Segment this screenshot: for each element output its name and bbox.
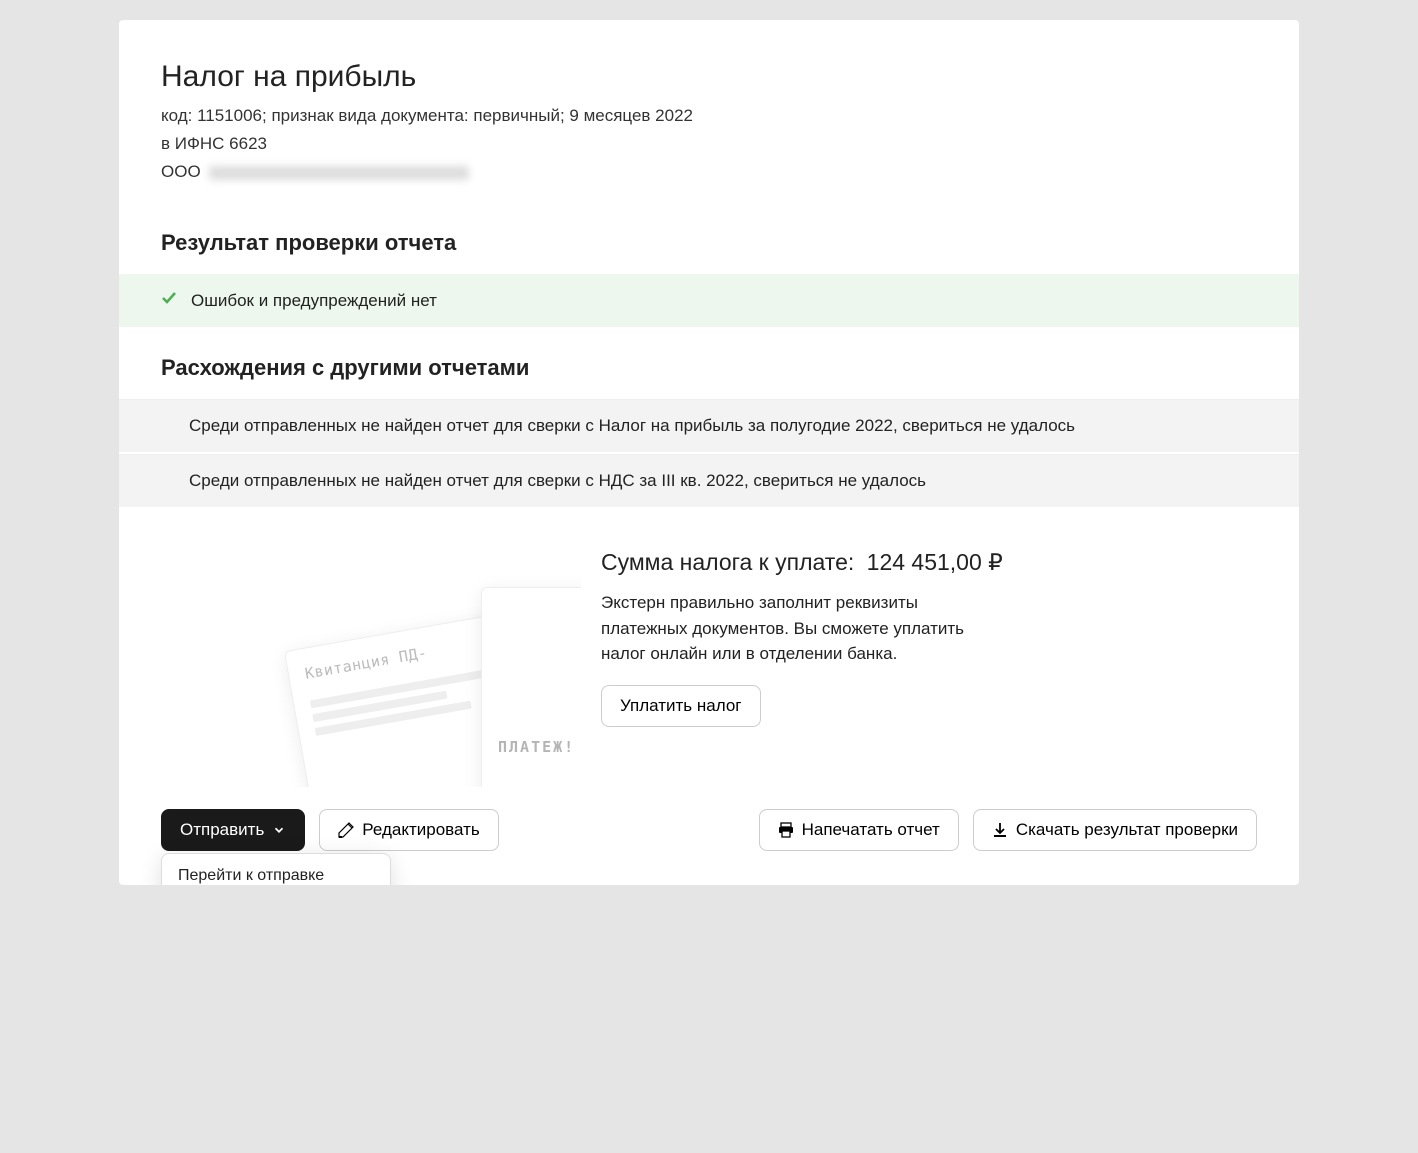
dropdown-item-go-to-send[interactable]: Перейти к отправке bbox=[162, 858, 390, 885]
payment-doc-title: ПЛАТЕЖ! bbox=[498, 738, 575, 756]
download-button-label: Скачать результат проверки bbox=[1016, 820, 1238, 840]
edit-button-label: Редактировать bbox=[362, 820, 479, 840]
print-button-label: Напечатать отчет bbox=[802, 820, 940, 840]
edit-button[interactable]: Редактировать bbox=[319, 809, 498, 851]
report-header: Налог на прибыль код: 1151006; признак в… bbox=[119, 20, 1299, 202]
payment-doc: ПЛАТЕЖ! bbox=[481, 587, 581, 787]
report-card: Налог на прибыль код: 1151006; признак в… bbox=[119, 20, 1299, 885]
chevron-down-icon bbox=[272, 823, 286, 837]
meta-ifns-line: в ИФНС 6623 bbox=[161, 134, 1257, 154]
diff-text-2: Среди отправленных не найден отчет для с… bbox=[189, 471, 926, 491]
payment-content: Сумма налога к уплате: 124 451,00 ₽ Экст… bbox=[601, 547, 1257, 727]
check-ok-text: Ошибок и предупреждений нет bbox=[191, 291, 437, 311]
send-dropdown-menu: Перейти к отправке На подпись руководите… bbox=[161, 853, 391, 885]
payment-block: Квитанция ПД- ПЛАТЕЖ! Сумма налога к упл… bbox=[119, 537, 1299, 787]
diff-row-1: Среди отправленных не найден отчет для с… bbox=[119, 399, 1299, 452]
amount-line: Сумма налога к уплате: 124 451,00 ₽ bbox=[601, 549, 1257, 576]
edit-icon bbox=[338, 822, 354, 838]
company-prefix: ООО bbox=[161, 162, 201, 181]
page-title: Налог на прибыль bbox=[161, 60, 1257, 94]
amount-value: 124 451,00 ₽ bbox=[867, 549, 1003, 575]
actions-bar: Отправить Перейти к отправке На подпись … bbox=[119, 787, 1299, 885]
company-name-redacted bbox=[209, 166, 469, 180]
diff-text-1: Среди отправленных не найден отчет для с… bbox=[189, 416, 1075, 436]
check-icon bbox=[161, 290, 177, 311]
diff-row-2: Среди отправленных не найден отчет для с… bbox=[119, 454, 1299, 507]
meta-company: ООО bbox=[161, 162, 1257, 182]
check-result-title: Результат проверки отчета bbox=[119, 202, 1299, 274]
documents-illustration: Квитанция ПД- ПЛАТЕЖ! bbox=[161, 547, 581, 787]
send-button-label: Отправить bbox=[180, 820, 264, 840]
meta-code-line: код: 1151006; признак вида документа: пе… bbox=[161, 106, 1257, 126]
diff-title: Расхождения с другими отчетами bbox=[119, 327, 1299, 399]
check-ok-row: Ошибок и предупреждений нет bbox=[119, 274, 1299, 327]
amount-label: Сумма налога к уплате: bbox=[601, 549, 854, 575]
print-button[interactable]: Напечатать отчет bbox=[759, 809, 959, 851]
send-dropdown: Отправить Перейти к отправке На подпись … bbox=[161, 809, 305, 851]
pay-tax-button[interactable]: Уплатить налог bbox=[601, 685, 761, 727]
download-icon bbox=[992, 822, 1008, 838]
send-button[interactable]: Отправить bbox=[161, 809, 305, 851]
payment-description: Экстерн правильно заполнит реквизиты пла… bbox=[601, 590, 991, 667]
print-icon bbox=[778, 822, 794, 838]
download-button[interactable]: Скачать результат проверки bbox=[973, 809, 1257, 851]
